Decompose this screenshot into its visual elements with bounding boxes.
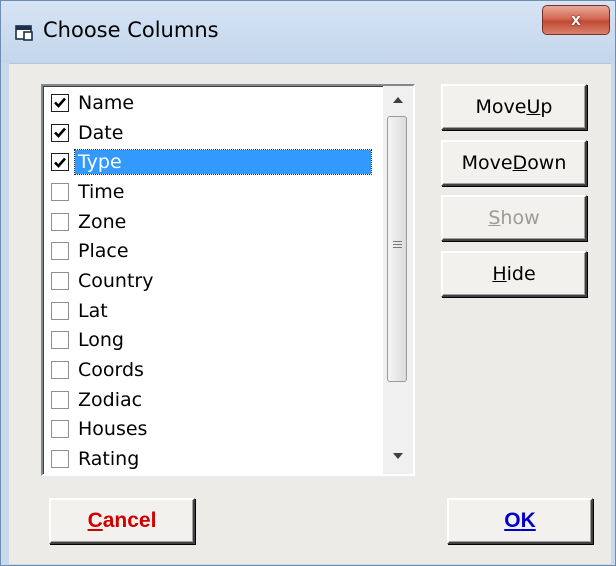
column-checkbox[interactable] — [51, 153, 69, 172]
column-list-item[interactable]: Zodiac — [47, 385, 381, 415]
show-mnemonic: S — [488, 207, 501, 229]
column-label: Rating — [78, 448, 140, 471]
hide-button[interactable]: Hide — [441, 251, 587, 297]
dialog-body: Name Date Type Time Zone Place Country Lat Long C… — [9, 63, 611, 564]
scroll-up-button[interactable] — [383, 86, 413, 114]
column-checkbox[interactable] — [51, 361, 69, 380]
move-up-mnemonic: U — [526, 96, 541, 118]
scroll-thumb[interactable] — [387, 116, 407, 382]
column-checkbox[interactable] — [51, 390, 69, 409]
column-checkbox[interactable] — [51, 212, 69, 231]
cancel-label-post: ancel — [102, 509, 157, 532]
move-up-label-pre: Move — [475, 96, 527, 118]
move-down-mnemonic: D — [512, 152, 528, 174]
ok-button[interactable]: OK — [447, 498, 593, 544]
column-list-item[interactable]: Name — [47, 88, 381, 118]
column-label: Name — [78, 91, 135, 114]
column-label: Zone — [78, 210, 127, 233]
column-label: Date — [78, 121, 124, 144]
column-label: Long — [78, 329, 124, 352]
column-label: Time — [78, 180, 125, 203]
column-list-item[interactable]: Zone — [47, 207, 381, 237]
close-icon: x — [571, 10, 581, 29]
column-list-item[interactable]: Lat — [47, 296, 381, 326]
column-list-item[interactable]: Date — [47, 118, 381, 148]
move-up-button[interactable]: Move Up — [441, 84, 587, 130]
cancel-mnemonic: C — [87, 509, 103, 532]
arrow-down-icon — [393, 453, 403, 459]
checkmark-icon — [54, 157, 66, 168]
vertical-scrollbar[interactable] — [383, 86, 413, 474]
column-checkbox[interactable] — [51, 301, 69, 320]
column-checkbox[interactable] — [51, 450, 69, 469]
checkmark-icon — [54, 97, 66, 109]
column-label: Country — [78, 269, 154, 292]
column-list-item[interactable]: Country — [47, 266, 381, 296]
close-button[interactable]: x — [542, 5, 610, 35]
column-label: Type — [74, 149, 372, 176]
show-label-post: how — [500, 207, 540, 229]
column-label: Place — [78, 240, 129, 263]
checkmark-icon — [54, 127, 66, 138]
window-title: Choose Columns — [43, 18, 219, 42]
arrow-up-icon — [393, 97, 403, 103]
column-checkbox[interactable] — [51, 242, 69, 261]
column-list-item[interactable]: Place — [47, 236, 381, 266]
show-button[interactable]: Show — [441, 195, 587, 241]
title-bar[interactable]: Choose Columns x — [1, 1, 615, 63]
cancel-button[interactable]: Cancel — [49, 498, 195, 544]
column-list-item[interactable]: Houses — [47, 415, 381, 445]
column-label: Zodiac — [78, 388, 143, 411]
column-checkbox[interactable] — [51, 271, 69, 290]
column-list-item[interactable]: Time — [47, 177, 381, 207]
column-checkbox[interactable] — [51, 331, 69, 350]
column-label: Lat — [78, 299, 108, 322]
column-list-item[interactable]: Rating — [47, 444, 381, 474]
column-checkbox[interactable] — [51, 123, 69, 142]
column-list-item[interactable]: Type — [47, 147, 381, 177]
column-label: Houses — [78, 418, 148, 441]
window-icon — [15, 25, 33, 41]
move-down-button[interactable]: Move Down — [441, 140, 587, 186]
hide-label-post: ide — [506, 263, 536, 285]
column-checkbox[interactable] — [51, 182, 69, 201]
ok-mnemonic: O — [504, 509, 521, 532]
column-checkbox[interactable] — [51, 420, 69, 439]
ok-label-post: K — [520, 509, 536, 532]
background-window-ghost — [291, 7, 521, 51]
scroll-down-button[interactable] — [383, 442, 413, 470]
choose-columns-dialog: Choose Columns x Name Date Type Time Zone Pla… — [0, 0, 616, 566]
grip-icon — [393, 241, 402, 250]
hide-mnemonic: H — [492, 263, 507, 285]
move-down-label-pre: Move — [461, 152, 513, 174]
move-up-label-post: p — [540, 96, 553, 118]
columns-listbox[interactable]: Name Date Type Time Zone Place Country Lat Long C… — [41, 84, 415, 476]
column-label: Coords — [78, 359, 144, 382]
columns-list: Name Date Type Time Zone Place Country Lat Long C… — [47, 88, 381, 474]
column-list-item[interactable]: Long — [47, 326, 381, 356]
move-down-label-post: own — [527, 152, 567, 174]
column-list-item[interactable]: Coords — [47, 355, 381, 385]
column-checkbox[interactable] — [51, 93, 69, 112]
